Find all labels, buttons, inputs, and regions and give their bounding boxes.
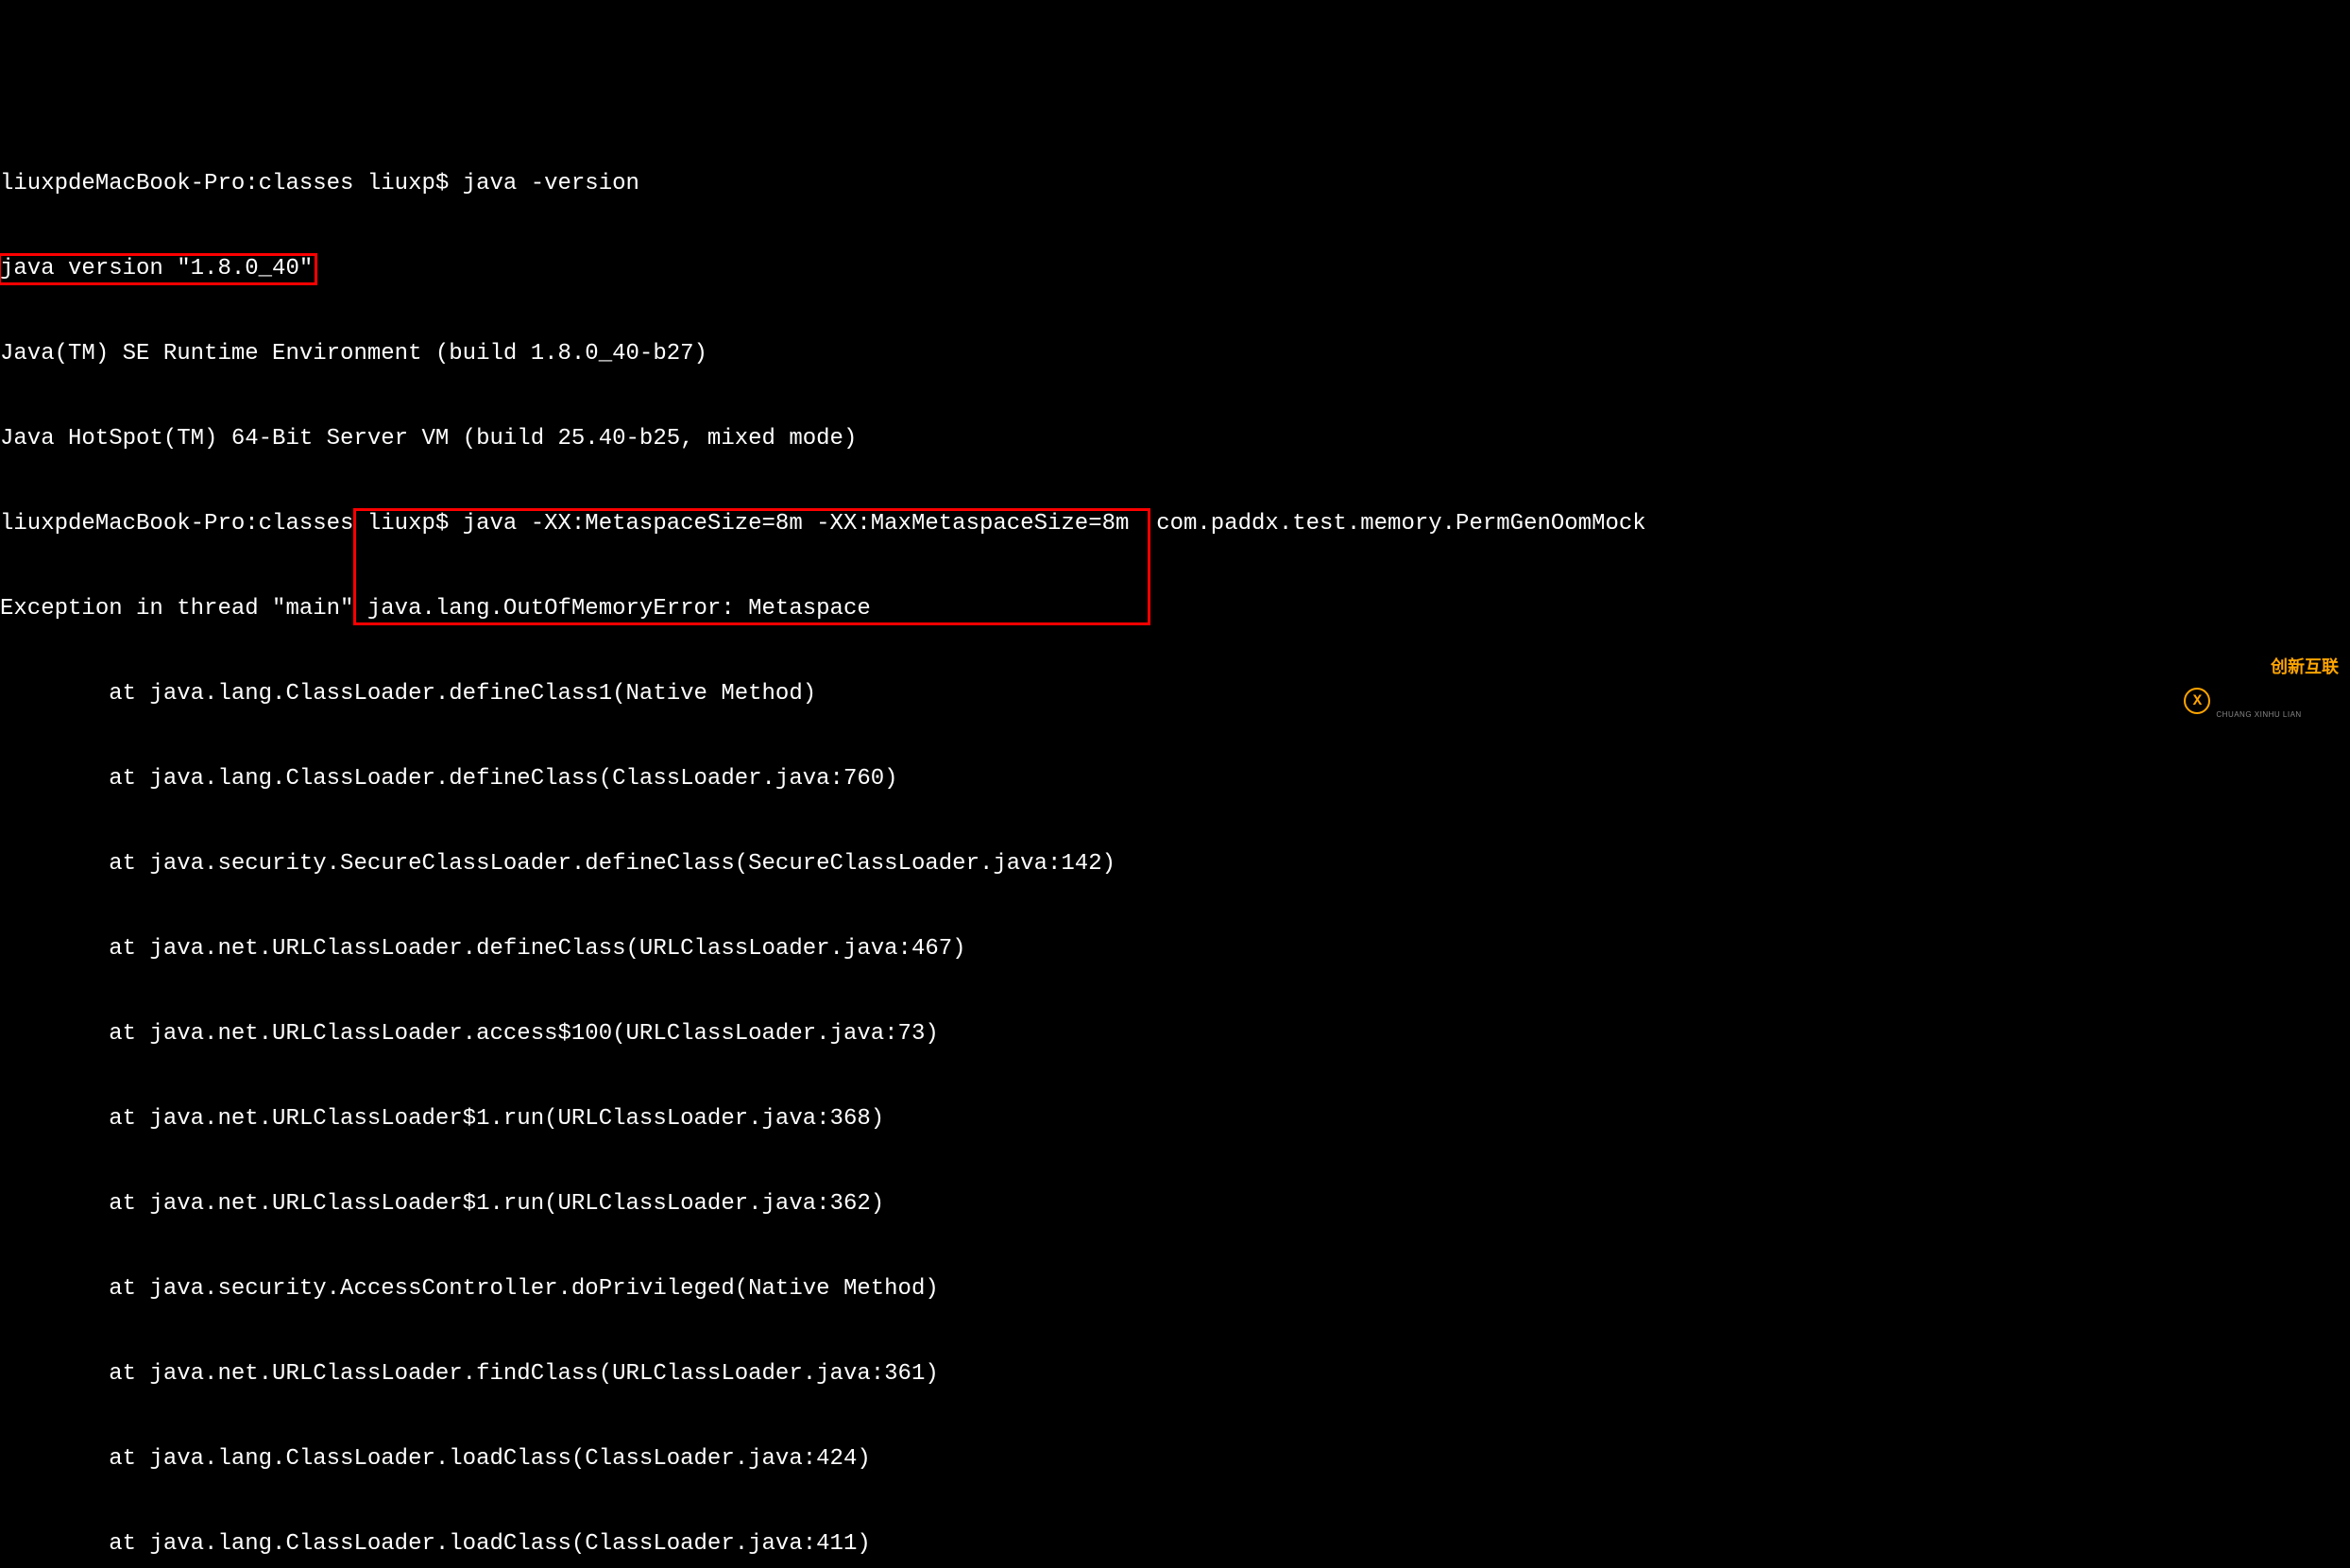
terminal-line: at java.lang.ClassLoader.defineClass1(Na… xyxy=(0,680,2350,708)
watermark-logo-icon: X xyxy=(2184,688,2210,714)
terminal-line: Java(TM) SE Runtime Environment (build 1… xyxy=(0,340,2350,368)
terminal-line: liuxpdeMacBook-Pro:classes liuxp$ java -… xyxy=(0,170,2350,198)
terminal-line: at java.security.AccessController.doPriv… xyxy=(0,1275,2350,1304)
terminal-line: Java HotSpot(TM) 64-Bit Server VM (build… xyxy=(0,425,2350,453)
terminal-line: at java.net.URLClassLoader.defineClass(U… xyxy=(0,935,2350,963)
terminal-line: at java.security.SecureClassLoader.defin… xyxy=(0,850,2350,878)
terminal-line: Exception in thread "main" java.lang.Out… xyxy=(0,595,2350,623)
watermark-brand: 创新互联 xyxy=(2271,657,2339,676)
terminal-line: at java.lang.ClassLoader.loadClass(Class… xyxy=(0,1530,2350,1559)
terminal-line: java version "1.8.0_40" xyxy=(0,255,2350,283)
terminal-line: at java.net.URLClassLoader$1.run(URLClas… xyxy=(0,1190,2350,1219)
watermark-logo-letter: X xyxy=(2193,691,2203,710)
terminal-output[interactable]: liuxpdeMacBook-Pro:classes liuxp$ java -… xyxy=(0,113,2350,1568)
terminal-line: liuxpdeMacBook-Pro:classes liuxp$ java -… xyxy=(0,510,2350,538)
watermark: X 创新互联 CHUANG XINHU LIAN xyxy=(2184,625,2339,776)
terminal-line: at java.net.URLClassLoader.access$100(UR… xyxy=(0,1020,2350,1048)
terminal-line: at java.lang.ClassLoader.defineClass(Cla… xyxy=(0,765,2350,793)
watermark-sub: CHUANG XINHU LIAN xyxy=(2216,710,2339,720)
terminal-line: at java.lang.ClassLoader.loadClass(Class… xyxy=(0,1445,2350,1474)
terminal-line: at java.net.URLClassLoader.findClass(URL… xyxy=(0,1360,2350,1389)
terminal-line: at java.net.URLClassLoader$1.run(URLClas… xyxy=(0,1105,2350,1133)
